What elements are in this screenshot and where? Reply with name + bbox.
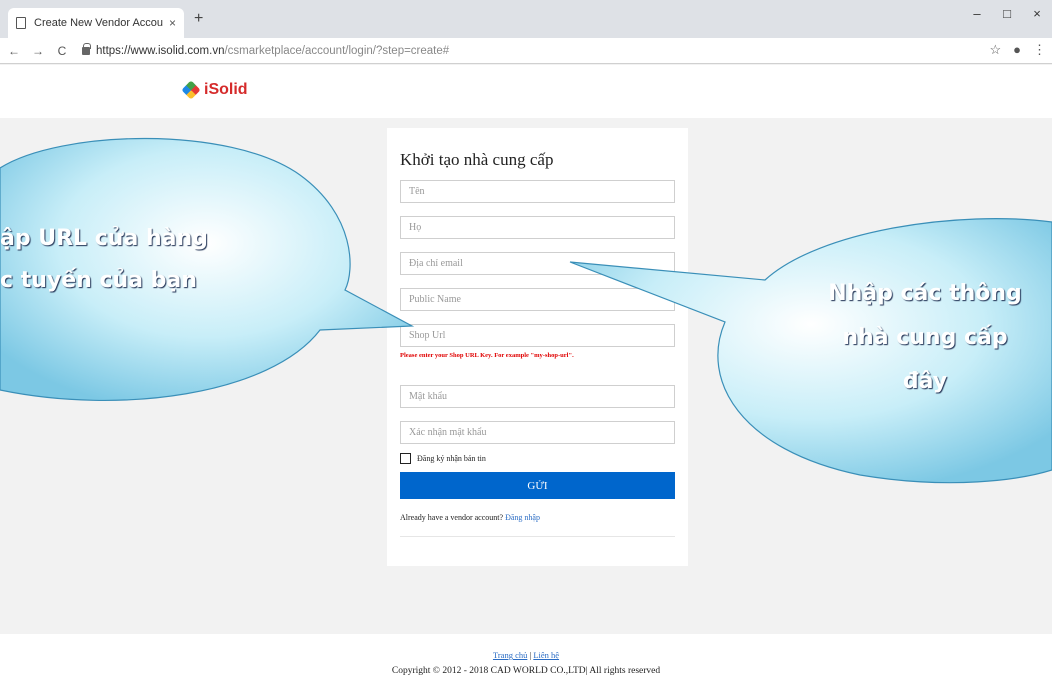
reload-icon[interactable]: C [52, 44, 72, 58]
footer-links: Trang chủ | Liên hệ [0, 650, 1052, 660]
public-name-placeholder: Public Name [409, 294, 461, 305]
minimize-icon[interactable]: – [962, 6, 992, 21]
confirm-password-placeholder: Xác nhận mật khẩu [409, 427, 487, 438]
first-name-input[interactable]: Tên [400, 180, 675, 203]
profile-icon[interactable]: ● [1013, 42, 1021, 58]
home-link[interactable]: Trang chủ [493, 650, 527, 660]
last-name-placeholder: Họ [409, 222, 422, 233]
toolbar-actions: ☆ ● ⋮ [989, 42, 1052, 58]
site-logo[interactable]: iSolid [181, 80, 248, 100]
left-callout-line1: ập URL cửa hàng [0, 226, 208, 251]
form-title: Khởi tạo nhà cung cấp [400, 150, 554, 169]
footer-separator: | [529, 650, 532, 660]
already-account-text: Already have a vendor account? Đăng nhập [400, 513, 675, 537]
confirm-password-input[interactable]: Xác nhận mật khẩu [400, 421, 675, 444]
right-callout-text: Nhập các thông nhà cung cấp đây [798, 272, 1052, 404]
left-callout-text: ập URL cửa hàng c tuyến của bạn [0, 218, 208, 302]
browser-tab[interactable]: Create New Vendor Account × [8, 8, 184, 38]
vendor-registration-form: Khởi tạo nhà cung cấp Tên Họ Địa chỉ ema… [387, 128, 688, 566]
logo-icon [181, 80, 201, 100]
menu-icon[interactable]: ⋮ [1033, 42, 1046, 58]
last-name-input[interactable]: Họ [400, 216, 675, 239]
browser-tab-bar: Create New Vendor Account × + – □ × [0, 0, 1052, 38]
document-icon [16, 17, 26, 29]
new-tab-icon[interactable]: + [194, 10, 203, 28]
copyright-text: Copyright © 2012 - 2018 CAD WORLD CO.,LT… [391, 666, 661, 676]
email-placeholder: Địa chỉ email [409, 258, 463, 269]
tab-title: Create New Vendor Account [34, 17, 163, 29]
shop-url-error: Please enter your Shop URL Key. For exam… [400, 352, 574, 359]
window-controls: – □ × [962, 6, 1052, 21]
newsletter-checkbox[interactable] [400, 453, 411, 464]
email-input[interactable]: Địa chỉ email [400, 252, 675, 275]
login-link[interactable]: Đăng nhập [505, 513, 540, 522]
close-window-icon[interactable]: × [1022, 6, 1052, 21]
right-callout-line1: Nhập các thông [828, 281, 1022, 306]
password-placeholder: Mật khẩu [409, 391, 448, 402]
forward-icon[interactable]: → [28, 44, 48, 58]
right-callout-line3: đây [902, 369, 948, 394]
url-host: https://www.isolid.com.vn [96, 44, 225, 57]
public-name-input[interactable]: Public Name [400, 288, 675, 311]
back-icon[interactable]: ← [4, 44, 24, 58]
newsletter-row: Đăng ký nhận bản tin [400, 453, 675, 464]
contact-link[interactable]: Liên hệ [533, 650, 559, 660]
left-callout-line2: c tuyến của bạn [0, 268, 197, 293]
site-header: iSolid [0, 65, 1052, 118]
tab-close-icon[interactable]: × [169, 16, 176, 30]
bookmark-star-icon[interactable]: ☆ [989, 42, 1001, 58]
password-input[interactable]: Mật khẩu [400, 385, 675, 408]
first-name-placeholder: Tên [409, 186, 425, 197]
right-callout-line2: nhà cung cấp [842, 325, 1008, 350]
maximize-icon[interactable]: □ [992, 6, 1022, 21]
address-bar[interactable]: https://www.isolid.com.vn/csmarketplace/… [82, 42, 450, 57]
newsletter-label: Đăng ký nhận bản tin [417, 454, 486, 463]
site-footer: Trang chủ | Liên hệ Copyright © 2012 - 2… [0, 634, 1052, 685]
shop-url-input[interactable]: Shop Url [400, 324, 675, 347]
url-path: /csmarketplace/account/login/?step=creat… [224, 44, 450, 57]
lock-icon [82, 42, 91, 55]
browser-toolbar: ← → C https://www.isolid.com.vn/csmarket… [0, 38, 1052, 64]
already-account-label: Already have a vendor account? [400, 513, 504, 522]
shop-url-placeholder: Shop Url [409, 330, 446, 341]
submit-button[interactable]: GỬI [400, 472, 675, 499]
logo-text: iSolid [204, 81, 248, 98]
